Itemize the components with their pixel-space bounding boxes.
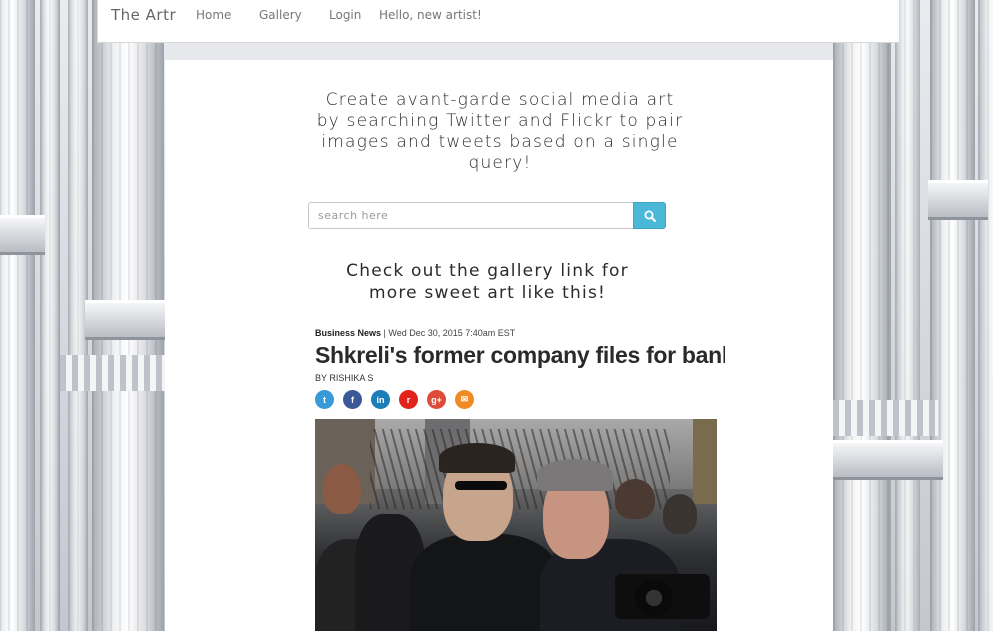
brand-logo[interactable]: The Artr: [111, 6, 176, 24]
article-headline: Shkreli's former company files for bank: [315, 342, 725, 368]
article-photo: [315, 419, 717, 631]
search-form: [308, 202, 666, 229]
search-button[interactable]: [633, 202, 666, 229]
top-navbar: The Artr Home Gallery Login Hello, new a…: [97, 0, 900, 43]
share-icons: t f in r g+ ✉: [315, 390, 474, 409]
nav-login-link[interactable]: Login: [329, 8, 361, 22]
reddit-icon[interactable]: r: [399, 390, 418, 409]
tagline-text: Create avant-garde social media art by s…: [316, 90, 684, 173]
nav-home-link[interactable]: Home: [196, 8, 231, 22]
email-icon[interactable]: ✉: [455, 390, 474, 409]
google-plus-icon[interactable]: g+: [427, 390, 446, 409]
linkedin-icon[interactable]: in: [371, 390, 390, 409]
twitter-icon[interactable]: t: [315, 390, 334, 409]
user-greeting: Hello, new artist!: [379, 8, 482, 22]
article-meta: Business News | Wed Dec 30, 2015 7:40am …: [315, 328, 515, 338]
gallery-note-text: Check out the gallery link for more swee…: [346, 261, 629, 303]
featured-artwork: Business News | Wed Dec 30, 2015 7:40am …: [315, 328, 725, 631]
facebook-icon[interactable]: f: [343, 390, 362, 409]
article-date: | Wed Dec 30, 2015 7:40am EST: [383, 328, 516, 338]
main-panel: Create avant-garde social media art by s…: [165, 60, 833, 631]
article-section: Business News: [315, 328, 382, 338]
search-icon: [644, 210, 656, 222]
search-input[interactable]: [308, 202, 634, 229]
nav-gallery-link[interactable]: Gallery: [259, 8, 302, 22]
article-byline: BY RISHIKA S: [315, 373, 374, 383]
